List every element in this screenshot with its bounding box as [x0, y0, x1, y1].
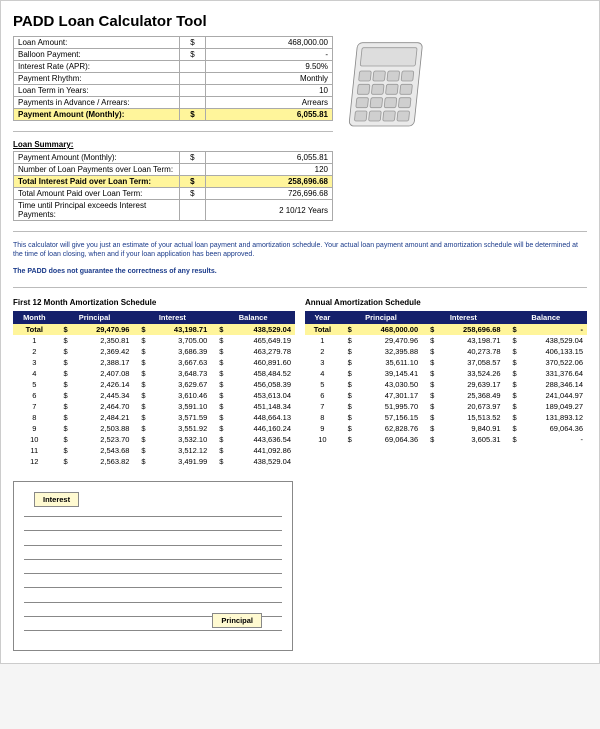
sched-row: 9$62,828.76$9,840.91$69,064.36 [305, 423, 587, 434]
sched-row: 10$2,523.70$3,532.10$443,636.54 [13, 434, 295, 445]
sched-row: 1$2,350.81$3,705.00$465,649.19 [13, 335, 295, 346]
sched-total-row: Total$468,000.00$258,696.68$- [305, 324, 587, 335]
sched-row: 8$2,484.21$3,571.59$448,664.13 [13, 412, 295, 423]
input-row: Payments in Advance / Arrears:Arrears [14, 97, 333, 109]
sched-row: 5$43,030.50$29,639.17$288,346.14 [305, 379, 587, 390]
page-title: PADD Loan Calculator Tool [13, 13, 587, 30]
sched-row: 3$2,388.17$3,667.63$460,891.60 [13, 357, 295, 368]
sched-row: 6$47,301.17$25,368.49$241,044.97 [305, 390, 587, 401]
loan-input-table: Loan Amount:$468,000.00Balloon Payment:$… [13, 36, 333, 121]
sched-row: 7$51,995.70$20,673.97$189,049.27 [305, 401, 587, 412]
chart-legend-principal: Principal [212, 613, 262, 628]
loan-summary-table: Payment Amount (Monthly):$6,055.81Number… [13, 151, 333, 221]
summary-row: Time until Principal exceeds Interest Pa… [14, 200, 333, 221]
input-row: Loan Amount:$468,000.00 [14, 37, 333, 49]
amortization-chart: Interest Principal [13, 481, 293, 651]
summary-row: Total Interest Paid over Loan Term:$258,… [14, 176, 333, 188]
calculator-icon [345, 36, 435, 221]
schedAnn-table: YearPrincipalInterestBalanceTotal$468,00… [305, 311, 587, 445]
sched-row: 2$32,395.88$40,273.78$406,133.15 [305, 346, 587, 357]
sched-row: 5$2,426.14$3,629.67$456,058.39 [13, 379, 295, 390]
sched-row: 3$35,611.10$37,058.57$370,522.06 [305, 357, 587, 368]
sched-row: 6$2,445.34$3,610.46$453,613.04 [13, 390, 295, 401]
input-row: Loan Term in Years:10 [14, 85, 333, 97]
disclaimer-text: This calculator will give you just an es… [13, 242, 587, 277]
sched-row: 4$39,145.41$33,524.26$331,376.64 [305, 368, 587, 379]
loan-summary-title: Loan Summary: [13, 140, 333, 149]
sched-row: 10$69,064.36$3,605.31$- [305, 434, 587, 445]
sched-row: 1$29,470.96$43,198.71$438,529.04 [305, 335, 587, 346]
input-row: Payment Rhythm:Monthly [14, 73, 333, 85]
input-row: Balloon Payment:$- [14, 49, 333, 61]
sched-row: 12$2,563.82$3,491.99$438,529.04 [13, 456, 295, 467]
input-row: Interest Rate (APR):9.50% [14, 61, 333, 73]
sched-row: 8$57,156.15$15,513.52$131,893.12 [305, 412, 587, 423]
schedAnn-title: Annual Amortization Schedule [305, 298, 587, 307]
input-row-highlight: Payment Amount (Monthly):$6,055.81 [14, 109, 333, 121]
sched12-table: MonthPrincipalInterestBalanceTotal$29,47… [13, 311, 295, 467]
chart-legend-interest: Interest [34, 492, 79, 507]
summary-row: Payment Amount (Monthly):$6,055.81 [14, 152, 333, 164]
sched12-title: First 12 Month Amortization Schedule [13, 298, 295, 307]
sched-total-row: Total$29,470.96$43,198.71$438,529.04 [13, 324, 295, 335]
summary-row: Total Amount Paid over Loan Term:$726,69… [14, 188, 333, 200]
sched-row: 9$2,503.88$3,551.92$446,160.24 [13, 423, 295, 434]
summary-row: Number of Loan Payments over Loan Term:1… [14, 164, 333, 176]
sched-row: 7$2,464.70$3,591.10$451,148.34 [13, 401, 295, 412]
sched-row: 4$2,407.08$3,648.73$458,484.52 [13, 368, 295, 379]
sched-row: 2$2,369.42$3,686.39$463,279.78 [13, 346, 295, 357]
sched-row: 11$2,543.68$3,512.12$441,092.86 [13, 445, 295, 456]
